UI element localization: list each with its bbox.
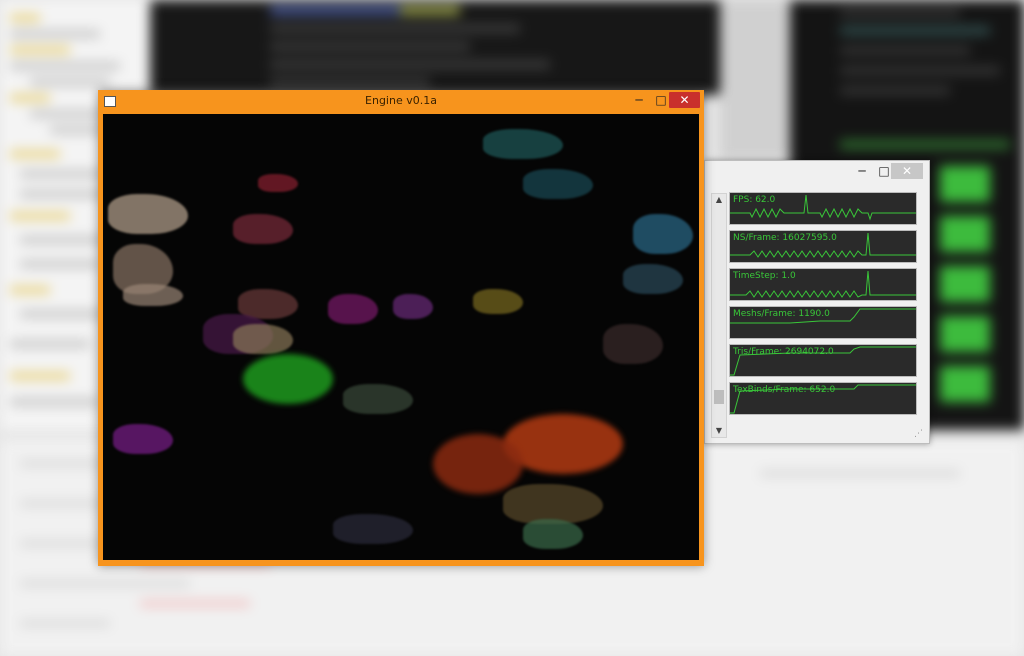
render-fragment [123,284,183,306]
engine-titlebar[interactable]: Engine v0.1a ─ □ ✕ [98,90,704,112]
render-fragment [523,519,583,549]
stats-minimize-button[interactable]: ─ [851,163,873,179]
ns-frame-graph: NS/Frame: 16027595.0 [729,230,917,263]
engine-close-button[interactable]: ✕ [669,92,700,108]
ns-frame-label: NS/Frame: 16027595.0 [733,233,837,243]
render-fragment [233,214,293,244]
render-fragment [503,484,603,524]
stats-window[interactable]: ─ □ ✕ ▲ ▼ FPS: 62.0 NS/Frame: 16027595.0… [704,160,930,444]
engine-window-title: Engine v0.1a [365,94,437,107]
tris-frame-label: Tris/Frame: 2694072.0 [733,347,834,357]
render-fragment [243,354,333,404]
render-fragment [623,264,683,294]
bg-code-editor [150,0,720,95]
render-fragment [473,289,523,314]
texbinds-frame-graph: TexBinds/Frame: 652.0 [729,382,917,415]
render-viewport[interactable] [103,114,699,560]
bg-window-edge [720,0,790,160]
render-fragment [433,434,523,494]
engine-minimize-button[interactable]: ─ [628,92,650,108]
engine-window[interactable]: Engine v0.1a ─ □ ✕ [98,90,704,566]
render-fragment [483,129,563,159]
render-fragment [333,514,413,544]
stats-scrollbar[interactable]: ▲ ▼ [711,193,727,438]
render-fragment [258,174,298,192]
render-fragment [343,384,413,414]
timestep-label: TimeStep: 1.0 [733,271,796,281]
texbinds-frame-label: TexBinds/Frame: 652.0 [733,385,836,395]
stats-titlebar[interactable]: ─ □ ✕ [705,161,929,183]
resize-grip-icon[interactable]: ⋰ [914,429,923,439]
meshs-frame-graph: Meshs/Frame: 1190.0 [729,306,917,339]
render-fragment [328,294,378,324]
tris-frame-graph: Tris/Frame: 2694072.0 [729,344,917,377]
stats-close-button[interactable]: ✕ [891,163,923,179]
render-fragment [633,214,693,254]
scroll-down-arrow-icon[interactable]: ▼ [712,425,726,437]
fps-graph: FPS: 62.0 [729,192,917,225]
render-fragment [603,324,663,364]
render-fragment [523,169,593,199]
render-fragment [108,194,188,234]
meshs-frame-label: Meshs/Frame: 1190.0 [733,309,830,319]
render-fragment [233,324,293,354]
scroll-thumb[interactable] [714,390,724,404]
scroll-up-arrow-icon[interactable]: ▲ [712,194,726,206]
render-fragment [393,294,433,319]
fps-label: FPS: 62.0 [733,195,776,205]
timestep-graph: TimeStep: 1.0 [729,268,917,301]
render-fragment [113,424,173,454]
